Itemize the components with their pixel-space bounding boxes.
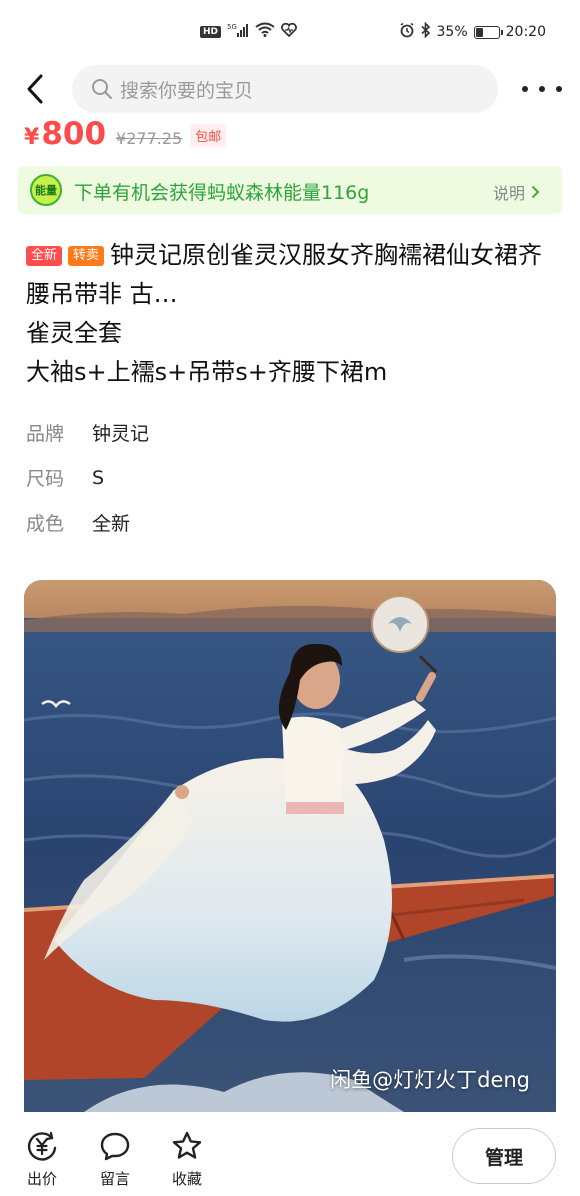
- star-icon: [172, 1131, 202, 1159]
- chevron-left-icon: [27, 74, 43, 104]
- spec-key: 品牌: [26, 423, 65, 445]
- manage-button[interactable]: 管理: [452, 1128, 556, 1184]
- spec-row-condition: 成色 全新: [26, 500, 546, 545]
- spec-row-brand: 品牌 钟灵记: [26, 410, 546, 455]
- currency-symbol: ¥: [24, 125, 40, 150]
- status-right: 35% 20:20: [399, 21, 546, 42]
- spec-key: 成色: [26, 513, 65, 535]
- energy-explain-link[interactable]: 说明: [493, 180, 540, 204]
- ant-forest-energy-banner[interactable]: 能量 下单有机会获得蚂蚁森林能量116g 说明: [18, 166, 562, 214]
- yuan-coin-icon: [27, 1131, 57, 1161]
- favorite-button[interactable]: 收藏: [162, 1130, 212, 1189]
- bid-button[interactable]: 出价: [17, 1130, 67, 1189]
- status-left: HD 5G: [200, 22, 297, 41]
- alarm-icon: [399, 22, 415, 42]
- title-line-1: 全新 转卖 钟灵记原创雀灵汉服女齐胸襦裙仙女裙齐腰吊带非 古…: [26, 236, 556, 314]
- signal-icon: 5G: [227, 23, 249, 41]
- status-bar: HD 5G 35% 20:20: [0, 0, 580, 60]
- title-line-3: 大袖s+上襦s+吊带s+齐腰下裙m: [26, 358, 388, 386]
- battery-icon: [473, 25, 503, 39]
- energy-banner-text: 下单有机会获得蚂蚁森林能量116g: [74, 182, 370, 204]
- product-title: 全新 转卖 钟灵记原创雀灵汉服女齐胸襦裙仙女裙齐腰吊带非 古… 雀灵全套 大袖s+上…: [26, 236, 556, 392]
- spec-value: 钟灵记: [92, 423, 150, 445]
- search-bar[interactable]: 搜索你要的宝贝: [72, 65, 498, 113]
- heart-icon: [281, 22, 297, 41]
- hd-icon: HD: [200, 25, 222, 38]
- tag-resell: 转卖: [68, 246, 105, 266]
- comment-label: 留言: [99, 1170, 130, 1188]
- spec-list: 品牌 钟灵记 尺码 S 成色 全新: [26, 410, 546, 545]
- battery-level: [475, 27, 483, 37]
- more-dots-icon: [522, 86, 528, 92]
- price: 800: [41, 116, 107, 152]
- chevron-right-icon: [531, 185, 540, 199]
- more-options-button[interactable]: [522, 74, 562, 104]
- original-price: ¥277.25: [116, 129, 183, 148]
- favorite-label: 收藏: [171, 1170, 202, 1188]
- spec-row-size: 尺码 S: [26, 455, 546, 500]
- search-icon: [90, 77, 114, 101]
- spec-value: S: [92, 466, 105, 489]
- product-photo[interactable]: 闲鱼@灯灯火丁deng: [24, 580, 556, 1112]
- energy-badge-icon: 能量: [30, 174, 62, 206]
- tag-new: 全新: [26, 246, 63, 266]
- photo-illustration: [24, 580, 556, 1112]
- bid-label: 出价: [26, 1170, 57, 1188]
- back-button[interactable]: [18, 72, 52, 106]
- wifi-icon: [255, 22, 275, 41]
- photo-watermark: 闲鱼@灯灯火丁deng: [330, 1068, 530, 1092]
- clock: 20:20: [505, 24, 546, 40]
- comment-button[interactable]: 留言: [90, 1130, 140, 1189]
- bluetooth-icon: [420, 21, 431, 42]
- price-row: ¥ 800 ¥277.25 包邮: [24, 116, 227, 156]
- spec-value: 全新: [92, 513, 131, 535]
- bottom-action-bar: 出价 留言 收藏 管理: [0, 1112, 580, 1196]
- search-placeholder: 搜索你要的宝贝: [120, 79, 254, 102]
- title-line-2: 雀灵全套: [26, 319, 122, 347]
- spec-key: 尺码: [26, 468, 65, 490]
- battery-percent: 35%: [436, 24, 468, 40]
- energy-explain-label: 说明: [492, 184, 525, 203]
- svg-text:5G: 5G: [227, 23, 237, 31]
- free-shipping-badge: 包邮: [190, 124, 227, 147]
- message-bubble-icon: [100, 1132, 130, 1161]
- top-bar: 搜索你要的宝贝: [0, 62, 580, 118]
